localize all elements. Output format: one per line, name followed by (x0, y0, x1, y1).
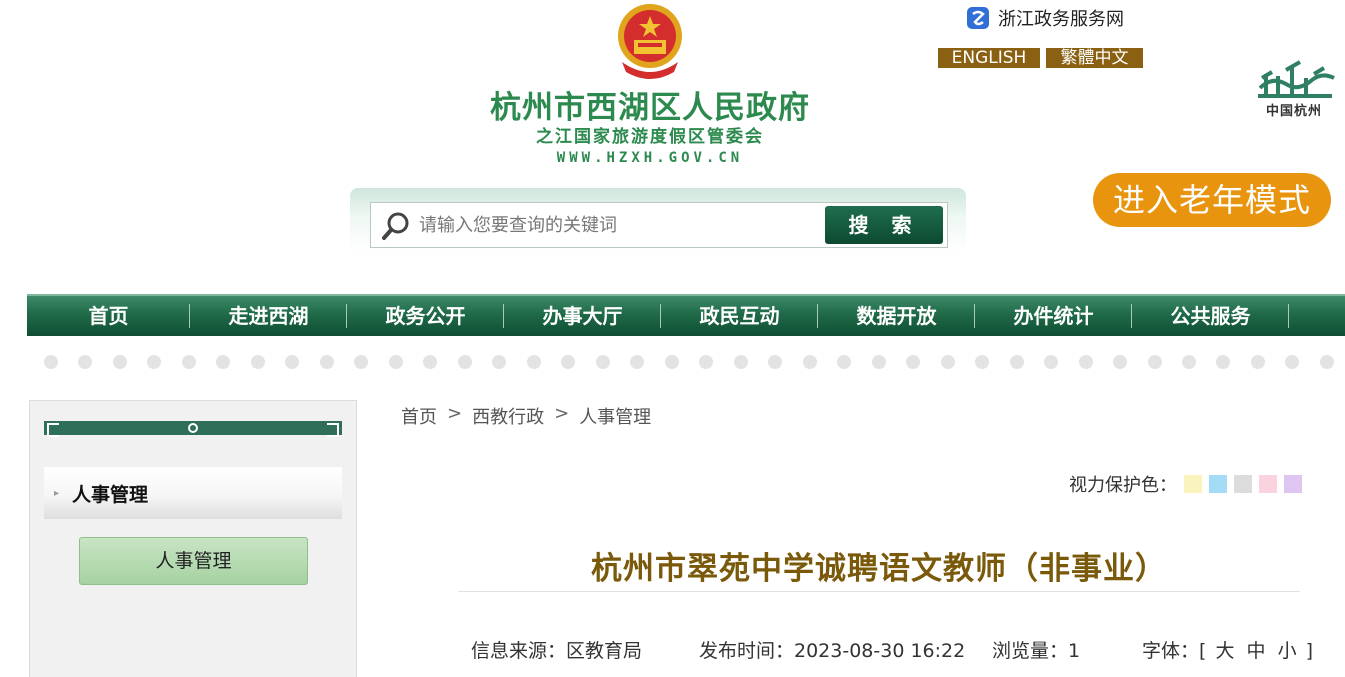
nav-item-public-service[interactable]: 公共服务 (1132, 296, 1289, 336)
sidebar-heading: ▸ 人事管理 (44, 467, 342, 519)
divider-dot (319, 355, 334, 369)
article-source: 信息来源：区教育局 (471, 640, 643, 662)
search-input[interactable] (419, 209, 819, 241)
divider-dot (112, 355, 127, 369)
nav-item-open-data[interactable]: 数据开放 (818, 296, 975, 336)
divider-dot (630, 355, 645, 369)
article-title: 杭州市翠苑中学诚聘语文教师（非事业） (591, 551, 1167, 587)
divider-dot (699, 355, 714, 369)
font-size-close: ] (1305, 640, 1314, 662)
divider-dot (1250, 355, 1265, 369)
divider-dot (871, 355, 886, 369)
article-views: 浏览量：1 (992, 640, 1081, 662)
divider-dot (354, 355, 369, 369)
eye-care-swatch-gray[interactable] (1234, 475, 1252, 493)
divider-dot (216, 355, 231, 369)
breadcrumb-separator: > (447, 403, 463, 424)
divider-dot (1009, 355, 1024, 369)
search-icon (382, 212, 409, 240)
hangzhou-logo-text: 中国杭州 (1265, 104, 1322, 119)
divider-dot (147, 355, 162, 369)
nav-item-home[interactable]: 首页 (27, 296, 190, 336)
divider-dot (1044, 355, 1059, 369)
chevron-right-icon: ▸ (54, 487, 60, 499)
font-size-control: 字体：[ 大 中 小 ] (1142, 636, 1313, 663)
search-panel: 搜 索 (350, 188, 966, 252)
eye-care-label: 视力保护色： (1069, 475, 1177, 496)
divider-dot (423, 355, 438, 369)
english-link[interactable]: ENGLISH (938, 48, 1040, 68)
traditional-chinese-link[interactable]: 繁體中文 (1046, 48, 1143, 68)
eye-care-swatch-pink[interactable] (1259, 475, 1277, 493)
font-size-small[interactable]: 小 (1278, 640, 1297, 662)
divider-dot (975, 355, 990, 369)
divider-dot (837, 355, 852, 369)
divider-dot (388, 355, 403, 369)
divider-dot (1319, 355, 1334, 369)
main-nav: 首页 走进西湖 政务公开 办事大厅 政民互动 数据开放 办件统计 公共服务 (27, 294, 1345, 336)
zj-service-icon (967, 7, 989, 29)
divider-dot (78, 355, 93, 369)
divider-dot (802, 355, 817, 369)
national-emblem-icon (618, 4, 682, 79)
site-title: 杭州市西湖区人民政府 (490, 90, 810, 126)
breadcrumb: 首页 > 西教行政 > 人事管理 (401, 403, 651, 429)
divider-dot (44, 355, 58, 369)
eye-care-swatch-blue[interactable] (1209, 475, 1227, 493)
font-size-medium[interactable]: 中 (1247, 640, 1266, 662)
decoration-knot-icon (188, 423, 198, 433)
title-divider (458, 591, 1300, 592)
divider-dot (1147, 355, 1162, 369)
divider-dot (492, 355, 507, 369)
divider-dot (181, 355, 196, 369)
divider-dot (595, 355, 610, 369)
nav-item-about-xihu[interactable]: 走进西湖 (190, 296, 347, 336)
font-size-large[interactable]: 大 (1215, 640, 1234, 662)
nav-item-gov-info[interactable]: 政务公开 (347, 296, 504, 336)
divider-dot (285, 355, 300, 369)
sidebar-item-personnel[interactable]: 人事管理 (79, 537, 308, 585)
search-button[interactable]: 搜 索 (825, 206, 943, 244)
sidebar: ▸ 人事管理 人事管理 (29, 400, 357, 677)
elder-mode-button[interactable]: 进入老年模式 (1093, 173, 1331, 227)
divider-dot (664, 355, 679, 369)
eye-care-colors: 视力保护色： (1069, 471, 1302, 497)
article-publish-time: 发布时间：2023-08-30 16:22 (699, 640, 966, 662)
font-size-label: 字体：[ (1142, 640, 1207, 662)
search-field-wrapper: 搜 索 (370, 202, 948, 248)
breadcrumb-xijiao[interactable]: 西教行政 (472, 403, 544, 429)
divider-dot (1181, 355, 1196, 369)
nav-item-stats[interactable]: 办件统计 (975, 296, 1132, 336)
sidebar-decoration (44, 421, 342, 437)
nav-item-interaction[interactable]: 政民互动 (661, 296, 818, 336)
sidebar-heading-text: 人事管理 (72, 483, 149, 506)
breadcrumb-separator: > (554, 403, 570, 424)
breadcrumb-personnel[interactable]: 人事管理 (579, 403, 651, 429)
divider-dot (1216, 355, 1231, 369)
eye-care-swatch-yellow[interactable] (1184, 475, 1202, 493)
breadcrumb-home[interactable]: 首页 (401, 403, 437, 429)
divider-dot (526, 355, 541, 369)
divider-dot (250, 355, 265, 369)
nav-item-service-hall[interactable]: 办事大厅 (504, 296, 661, 336)
site-url: WWW.HZXH.GOV.CN (556, 150, 744, 166)
divider-dot (1285, 355, 1300, 369)
divider-dot (1078, 355, 1093, 369)
divider-dot (1113, 355, 1128, 369)
divider-dot (940, 355, 955, 369)
divider-dot (768, 355, 783, 369)
site-subtitle: 之江国家旅游度假区管委会 (536, 127, 764, 147)
eye-care-swatch-purple[interactable] (1284, 475, 1302, 493)
zj-service-link[interactable]: 浙江政务服务网 (966, 5, 1124, 31)
zj-service-label: 浙江政务服务网 (998, 9, 1124, 30)
divider-dot (561, 355, 576, 369)
divider-dot (457, 355, 472, 369)
dot-divider (44, 355, 1334, 371)
divider-dot (906, 355, 921, 369)
divider-dot (733, 355, 748, 369)
